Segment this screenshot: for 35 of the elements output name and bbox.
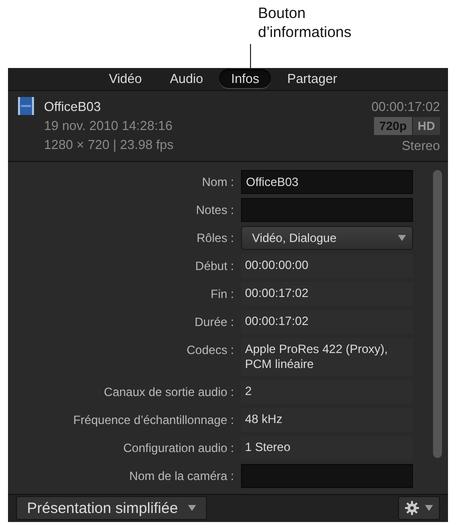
input-field[interactable]: [241, 464, 413, 488]
caret-icon: [188, 505, 196, 512]
clip-date: 19 nov. 2010 14:28:16: [44, 116, 172, 135]
clip-duration: 00:00:17:02: [371, 98, 440, 116]
field-label: Début :: [194, 258, 234, 275]
caret-icon: [398, 234, 406, 241]
settings-icon: [405, 501, 419, 516]
input-field[interactable]: [241, 198, 413, 222]
clip-resolution: 1280 × 720 | 23.98 fps: [44, 136, 174, 154]
field-label: Canaux de sortie audio :: [102, 384, 234, 401]
field-label: Nom de la caméra :: [128, 468, 234, 485]
clip-name: OfficeB03: [44, 98, 101, 116]
clip-audio: Stereo: [402, 136, 440, 155]
settings-menu-button[interactable]: [398, 496, 440, 520]
callout-label: Bouton d’informations: [257, 4, 352, 42]
tab[interactable]: Audio: [158, 69, 216, 88]
field-label: Notes :: [194, 202, 234, 219]
field-label: Durée :: [194, 314, 234, 331]
tab[interactable]: Infos: [219, 69, 272, 88]
scrollbar[interactable]: [433, 170, 442, 458]
field-label: Nom :: [200, 174, 234, 191]
roles-dropdown[interactable]: Vidéo, Dialogue: [241, 226, 413, 250]
caret-icon: [425, 505, 433, 512]
field-label: Configuration audio :: [122, 440, 234, 457]
input-field[interactable]: OfficeB03: [241, 170, 413, 194]
tab[interactable]: Partager: [275, 69, 350, 88]
tab[interactable]: Vidéo: [96, 69, 154, 88]
film-clip-icon: [18, 96, 34, 115]
field-label: Codecs :: [186, 342, 234, 359]
format-tag: 720p: [374, 116, 412, 135]
view-dropdown[interactable]: Présentation simplifiée: [16, 496, 207, 520]
field-label: Fréquence d’échantillonnage :: [72, 412, 234, 429]
field-label: Fin :: [210, 286, 234, 303]
hd-tag: HD: [412, 116, 440, 135]
field-label: Rôles :: [196, 230, 234, 247]
